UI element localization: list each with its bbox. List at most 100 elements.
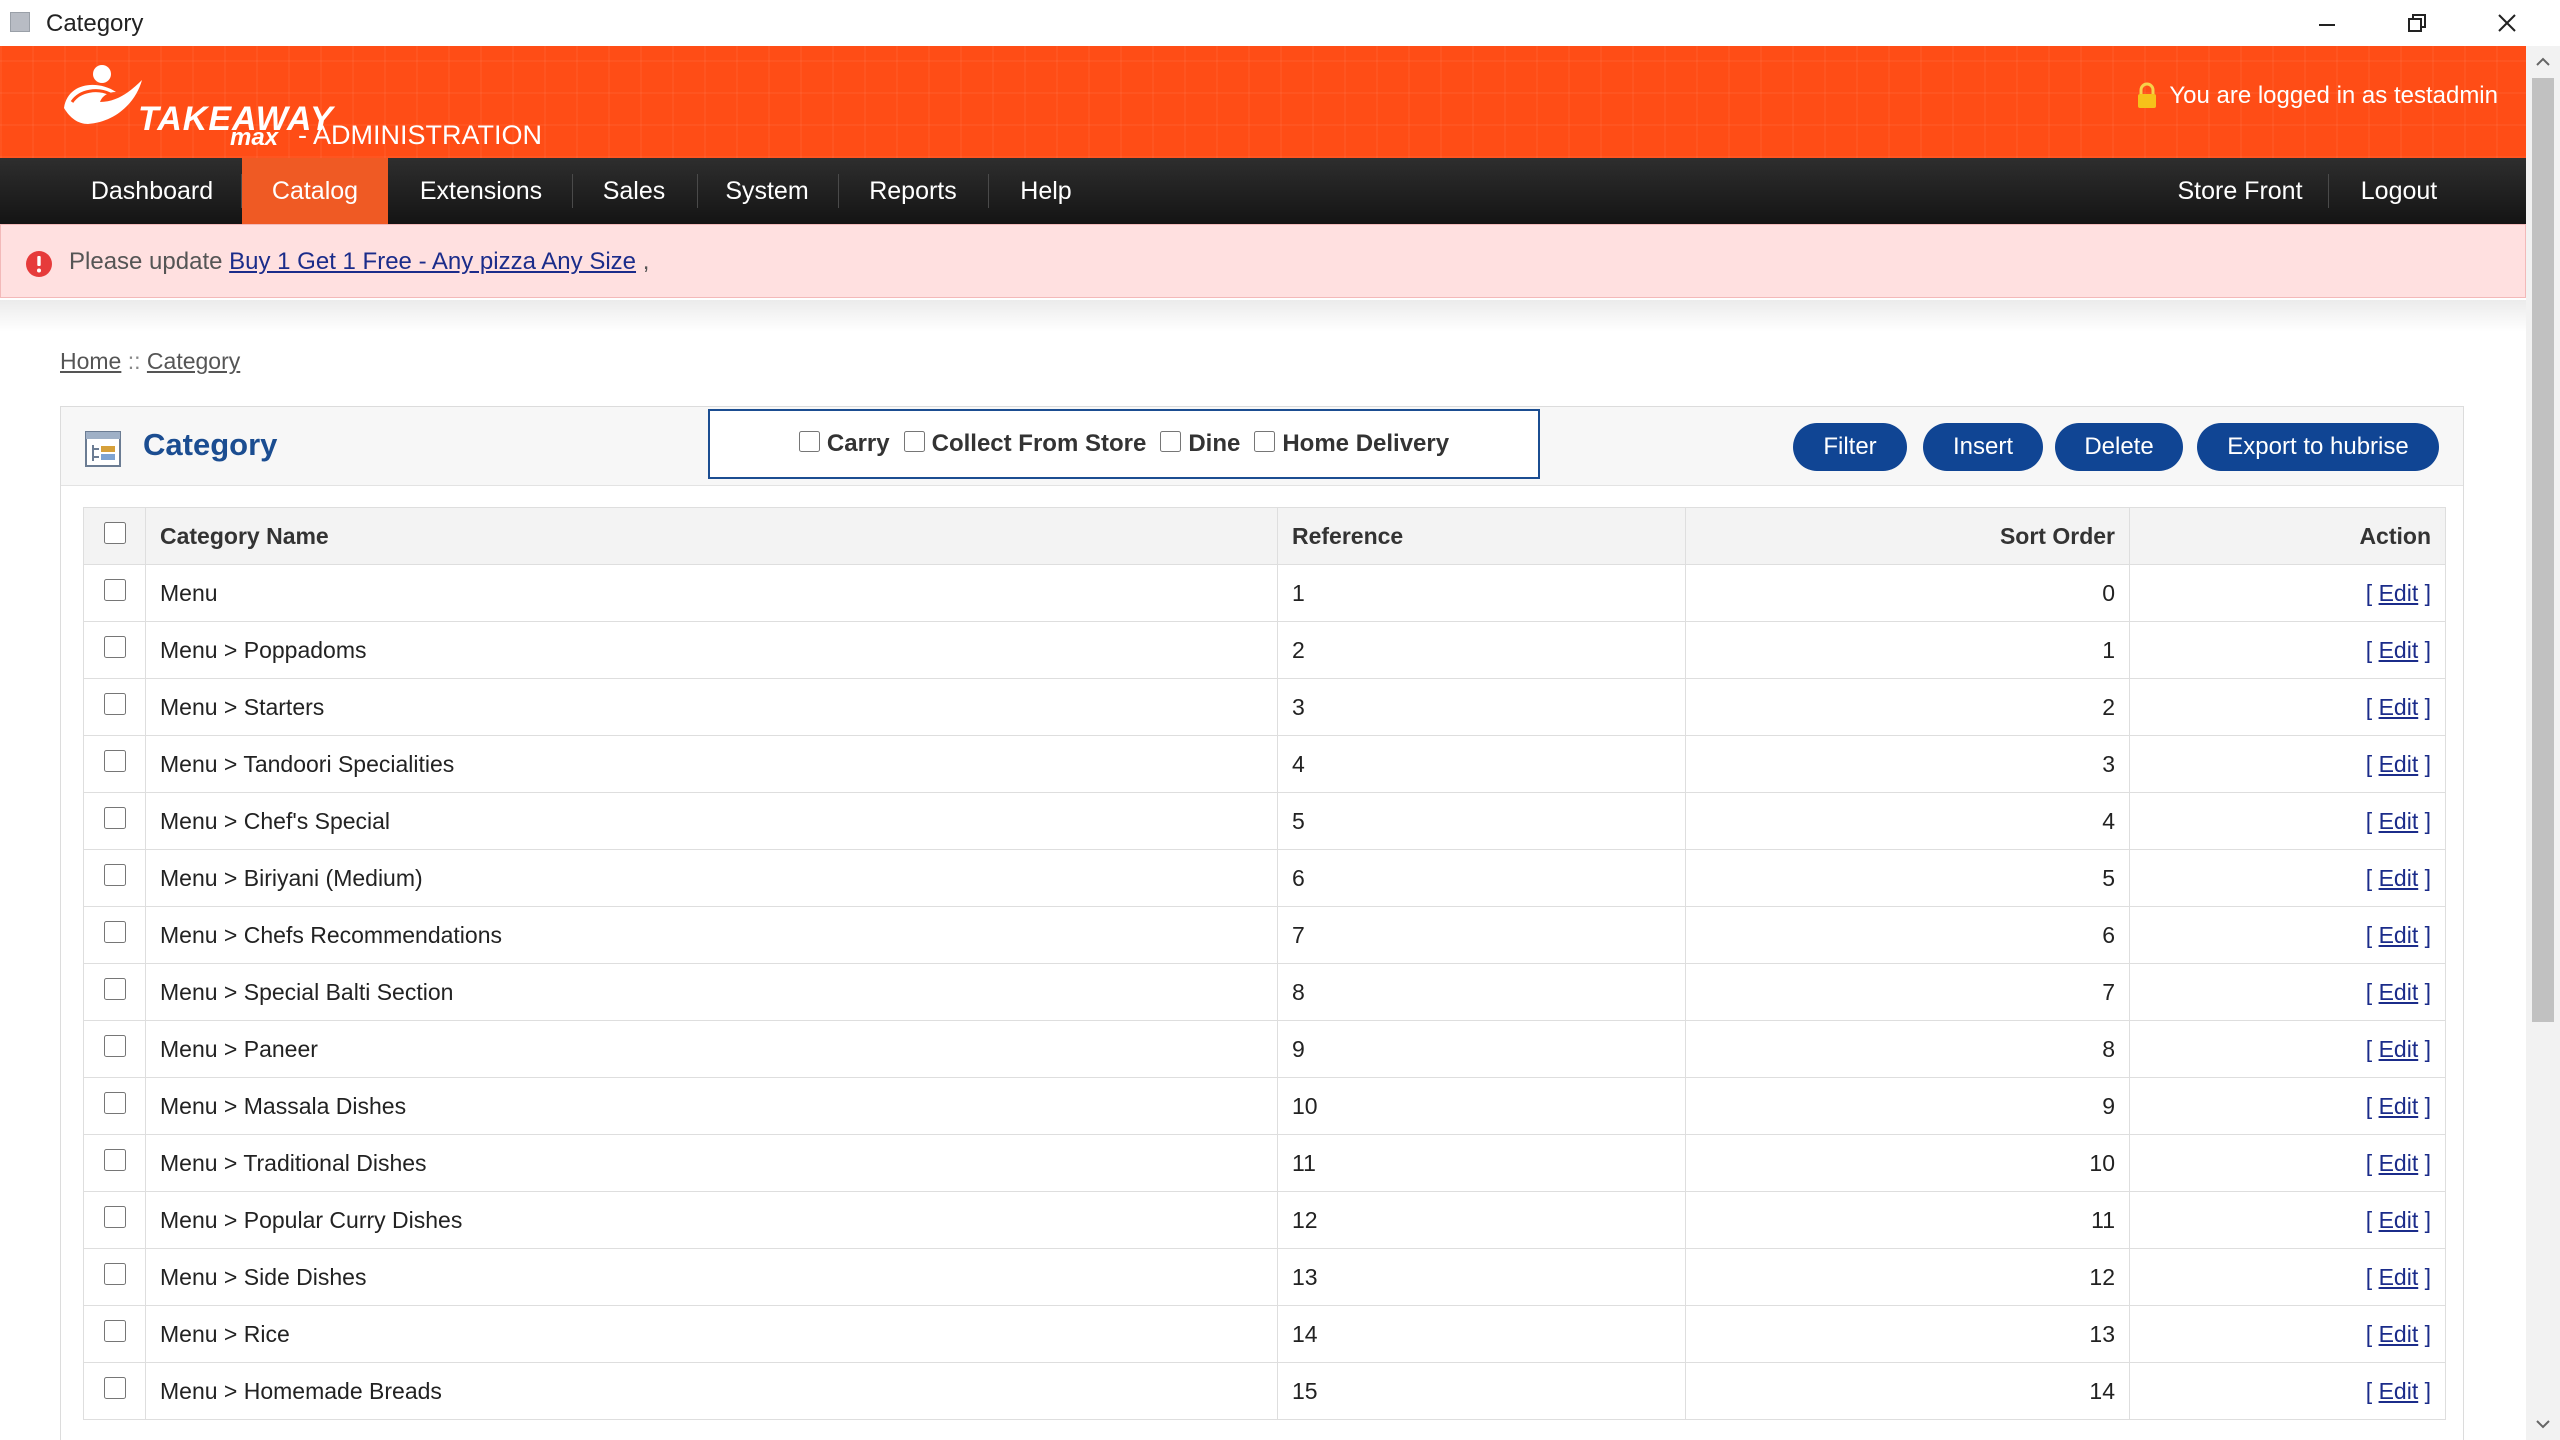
- select-all-cell: [83, 507, 146, 565]
- action-cell: [ Edit ]: [2129, 849, 2446, 907]
- insert-button[interactable]: Insert: [1923, 423, 2043, 471]
- sort-order-cell: 12: [1685, 1248, 2130, 1306]
- row-checkbox[interactable]: [103, 1206, 126, 1228]
- export-to-hubrise-button[interactable]: Export to hubrise: [2197, 423, 2439, 471]
- category-name-cell: Menu > Traditional Dishes: [145, 1134, 1278, 1192]
- panel-header: Category Carry Collect From Store Dine H…: [61, 407, 2463, 486]
- edit-link[interactable]: Edit: [2379, 922, 2419, 948]
- scroll-down-icon[interactable]: [2534, 1418, 2552, 1430]
- edit-link[interactable]: Edit: [2379, 979, 2419, 1005]
- row-checkbox[interactable]: [103, 1263, 126, 1285]
- edit-link[interactable]: Edit: [2379, 808, 2419, 834]
- table-row: Menu > Popular Curry Dishes 12 11[ Edit ]: [83, 1191, 2446, 1249]
- row-checkbox[interactable]: [103, 921, 126, 943]
- action-cell: [ Edit ]: [2129, 621, 2446, 679]
- edit-link[interactable]: Edit: [2379, 1321, 2419, 1347]
- edit-link[interactable]: Edit: [2379, 1093, 2419, 1119]
- nav-dashboard[interactable]: Dashboard: [72, 158, 232, 224]
- table-row: Menu > Starters 3 2[ Edit ]: [83, 678, 2446, 736]
- collect-from-store-checkbox[interactable]: [903, 430, 925, 452]
- window-title: Category: [46, 10, 144, 37]
- action-cell: [ Edit ]: [2129, 792, 2446, 850]
- dine-checkbox[interactable]: [1160, 430, 1182, 452]
- page-scrollbar[interactable]: [2526, 46, 2560, 1440]
- edit-link[interactable]: Edit: [2379, 865, 2419, 891]
- sort-order-cell: 5: [1685, 849, 2130, 907]
- alert-suffix: ,: [642, 248, 650, 275]
- row-checkbox[interactable]: [103, 1149, 126, 1171]
- delete-button[interactable]: Delete: [2055, 423, 2183, 471]
- row-checkbox[interactable]: [103, 1035, 126, 1057]
- action-cell: [ Edit ]: [2129, 963, 2446, 1021]
- header-sort-order[interactable]: Sort Order: [1685, 507, 2130, 565]
- row-checkbox[interactable]: [103, 864, 126, 886]
- edit-link[interactable]: Edit: [2379, 1150, 2419, 1176]
- breadcrumb-category[interactable]: Category: [147, 348, 240, 374]
- sort-order-cell: 11: [1685, 1191, 2130, 1249]
- reference-cell: 5: [1277, 792, 1686, 850]
- order-type-collect[interactable]: Collect From Store: [903, 430, 1146, 458]
- scroll-up-icon[interactable]: [2534, 56, 2552, 68]
- row-checkbox[interactable]: [103, 693, 126, 715]
- restore-button[interactable]: [2394, 6, 2440, 40]
- select-all-checkbox[interactable]: [103, 522, 126, 544]
- window-title-bar: Category: [0, 0, 2560, 47]
- edit-link[interactable]: Edit: [2379, 751, 2419, 777]
- edit-link[interactable]: Edit: [2379, 1207, 2419, 1233]
- row-checkbox[interactable]: [103, 1377, 126, 1399]
- order-type-home-delivery[interactable]: Home Delivery: [1254, 430, 1449, 458]
- row-checkbox[interactable]: [103, 750, 126, 772]
- filter-button[interactable]: Filter: [1793, 423, 1907, 471]
- row-select-cell: [83, 906, 146, 964]
- alert-offer-link[interactable]: Buy 1 Get 1 Free - Any pizza Any Size: [229, 248, 636, 275]
- carry-checkbox[interactable]: [798, 430, 820, 452]
- nav-help[interactable]: Help: [992, 158, 1100, 224]
- reference-cell: 15: [1277, 1362, 1686, 1420]
- table-row: Menu > Rice 14 13[ Edit ]: [83, 1305, 2446, 1363]
- edit-link[interactable]: Edit: [2379, 580, 2419, 606]
- nav-sales[interactable]: Sales: [574, 158, 694, 224]
- close-button[interactable]: [2484, 6, 2530, 40]
- table-row: Menu > Paneer 9 8[ Edit ]: [83, 1020, 2446, 1078]
- row-checkbox[interactable]: [103, 636, 126, 658]
- row-checkbox[interactable]: [103, 978, 126, 1000]
- row-checkbox[interactable]: [103, 807, 126, 829]
- order-type-carry[interactable]: Carry: [798, 430, 890, 458]
- scroll-thumb[interactable]: [2532, 78, 2554, 1022]
- edit-link[interactable]: Edit: [2379, 1378, 2419, 1404]
- category-name-cell: Menu > Poppadoms: [145, 621, 1278, 679]
- minimize-button[interactable]: [2304, 6, 2350, 40]
- breadcrumb-home[interactable]: Home: [60, 348, 121, 374]
- reference-cell: 7: [1277, 906, 1686, 964]
- nav-extensions[interactable]: Extensions: [392, 158, 570, 224]
- home-delivery-checkbox[interactable]: [1254, 430, 1276, 452]
- category-name-cell: Menu > Side Dishes: [145, 1248, 1278, 1306]
- header-category-name[interactable]: Category Name: [145, 507, 1278, 565]
- edit-link[interactable]: Edit: [2379, 1264, 2419, 1290]
- header-action: Action: [2129, 507, 2446, 565]
- category-name-cell: Menu > Special Balti Section: [145, 963, 1278, 1021]
- row-checkbox[interactable]: [103, 579, 126, 601]
- nav-store-front[interactable]: Store Front: [2156, 158, 2324, 224]
- row-checkbox[interactable]: [103, 1320, 126, 1342]
- action-cell: [ Edit ]: [2129, 1362, 2446, 1420]
- edit-link[interactable]: Edit: [2379, 1036, 2419, 1062]
- edit-link[interactable]: Edit: [2379, 694, 2419, 720]
- table-header-row: Category Name Reference Sort Order Actio…: [83, 507, 2446, 565]
- category-table-wrap: Category Name Reference Sort Order Actio…: [83, 507, 2446, 1420]
- close-icon: [2498, 14, 2516, 32]
- alert-prefix: Please update: [69, 248, 223, 275]
- restore-icon: [2408, 14, 2426, 32]
- takeaway-max-logo[interactable]: TAKEAWAY max - ADMINISTRATION: [58, 58, 578, 151]
- table-row: Menu > Side Dishes 13 12[ Edit ]: [83, 1248, 2446, 1306]
- lock-icon: [2138, 82, 2157, 108]
- nav-catalog[interactable]: Catalog: [242, 158, 388, 224]
- order-type-dine[interactable]: Dine: [1160, 430, 1240, 458]
- nav-system[interactable]: System: [700, 158, 834, 224]
- edit-link[interactable]: Edit: [2379, 637, 2419, 663]
- sort-order-cell: 9: [1685, 1077, 2130, 1135]
- header-reference[interactable]: Reference: [1277, 507, 1686, 565]
- nav-reports[interactable]: Reports: [842, 158, 984, 224]
- nav-logout[interactable]: Logout: [2334, 158, 2464, 224]
- row-checkbox[interactable]: [103, 1092, 126, 1114]
